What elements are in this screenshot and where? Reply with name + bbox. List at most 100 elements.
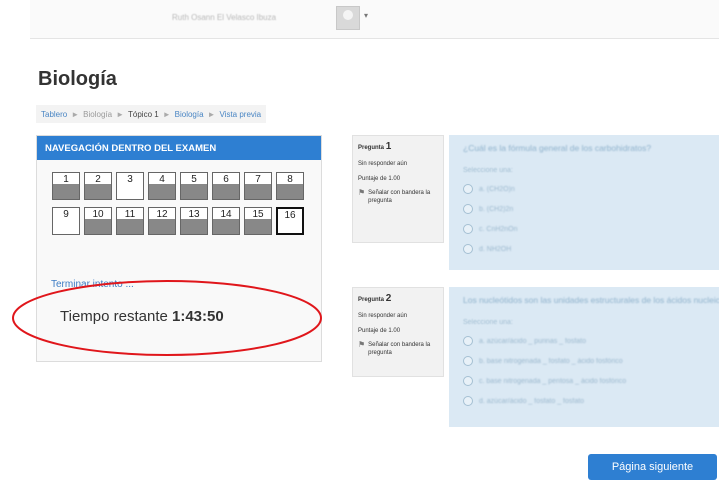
breadcrumb-separator-icon: ► <box>207 109 216 119</box>
breadcrumb-separator-icon: ► <box>162 109 171 119</box>
breadcrumb-quiz[interactable]: Biología <box>175 110 204 119</box>
question-button-number: 13 <box>188 209 200 220</box>
quiz-nav-question-button[interactable]: 16 <box>276 207 304 235</box>
quiz-nav-question-button[interactable]: 3 <box>116 172 144 200</box>
question-button-number: 1 <box>63 174 69 185</box>
answer-option[interactable]: b. base nitrogenada _ fosfato _ ácido fo… <box>463 356 705 366</box>
question-label: Pregunta <box>358 297 385 303</box>
next-page-button[interactable]: Página siguiente <box>588 454 717 480</box>
question-button-number: 16 <box>284 210 296 221</box>
answer-option-label: b. (CH2)2n <box>479 205 514 213</box>
breadcrumb-separator-icon: ► <box>71 109 80 119</box>
breadcrumb: Tablero ► Biología ► Tópico 1 ► Biología… <box>36 105 267 123</box>
quiz-navigation-block: NAVEGACIÓN DENTRO DEL EXAMEN 1 2 3 4 5 6 7 8 9 10… <box>36 135 322 362</box>
quiz-nav-question-button[interactable]: 6 <box>212 172 240 200</box>
question-1-content: ¿Cuál es la fórmula general de los carbo… <box>449 135 719 270</box>
answer-option[interactable]: c. base nitrogenada _ pentosa _ ácido fo… <box>463 376 705 386</box>
answer-option[interactable]: c. CnH2nOn <box>463 224 705 234</box>
flag-question-label: Señalar con bandera la pregunta <box>368 190 431 204</box>
question-button-number: 15 <box>252 209 264 220</box>
quiz-nav-question-button[interactable]: 8 <box>276 172 304 200</box>
radio-button[interactable] <box>463 244 473 254</box>
quiz-nav-question-button[interactable]: 15 <box>244 207 272 235</box>
answer-option-label: d. NH2OH <box>479 245 512 253</box>
quiz-nav-question-button[interactable]: 13 <box>180 207 208 235</box>
quiz-nav-question-button[interactable]: 14 <box>212 207 240 235</box>
breadcrumb-course[interactable]: Biología <box>83 110 112 119</box>
question-status: Sin responder aún <box>358 161 408 167</box>
question-button-number: 11 <box>124 209 136 220</box>
question-button-number: 8 <box>287 174 293 185</box>
radio-button[interactable] <box>463 396 473 406</box>
question-button-number: 10 <box>92 209 104 220</box>
quiz-nav-question-button[interactable]: 7 <box>244 172 272 200</box>
top-navbar: Ruth Osann El Velasco Ibuza ▾ <box>30 0 719 39</box>
answer-option-label: d. azúcar/ácido _ fosfato _ fosfato <box>479 397 585 405</box>
question-score: Puntaje de 1.00 <box>358 176 401 182</box>
user-avatar[interactable] <box>336 6 360 30</box>
page-title: Biología <box>38 68 117 90</box>
question-status: Sin responder aún <box>358 313 408 319</box>
question-2-content: Los nucleótidos son las unidades estruct… <box>449 287 719 427</box>
breadcrumb-topic[interactable]: Tópico 1 <box>128 110 159 119</box>
answer-option[interactable]: d. azúcar/ácido _ fosfato _ fosfato <box>463 396 705 406</box>
flag-icon: ⚑ <box>358 188 366 197</box>
answer-option-label: c. CnH2nOn <box>479 225 518 233</box>
select-one-label: Seleccione una: <box>463 319 513 326</box>
flag-question-toggle[interactable]: ⚑ Señalar con bandera la pregunta <box>358 189 438 205</box>
radio-button[interactable] <box>463 224 473 234</box>
question-number: 1 <box>385 141 392 152</box>
question-number: 2 <box>385 293 392 304</box>
flag-icon: ⚑ <box>358 340 366 349</box>
question-button-number: 2 <box>95 174 101 185</box>
timer-label: Tiempo restante <box>60 308 168 325</box>
question-button-number: 3 <box>127 174 133 185</box>
question-text: Los nucleótidos son las unidades estruct… <box>463 295 719 305</box>
select-one-label: Seleccione una: <box>463 167 513 174</box>
timer-value: 1:43:50 <box>172 308 224 325</box>
quiz-nav-question-button[interactable]: 11 <box>116 207 144 235</box>
quiz-nav-question-button[interactable]: 1 <box>52 172 80 200</box>
quiz-nav-question-button[interactable]: 2 <box>84 172 112 200</box>
quiz-nav-question-button[interactable]: 9 <box>52 207 80 235</box>
answer-option-label: a. (CH2O)n <box>479 185 515 193</box>
question-1-info: Pregunta 1 Sin responder aún Puntaje de … <box>352 135 444 243</box>
radio-button[interactable] <box>463 376 473 386</box>
flag-question-label: Señalar con bandera la pregunta <box>368 342 431 356</box>
breadcrumb-preview[interactable]: Vista previa <box>219 110 261 119</box>
quiz-nav-question-button[interactable]: 10 <box>84 207 112 235</box>
question-button-number: 4 <box>159 174 165 185</box>
answer-option-label: c. base nitrogenada _ pentosa _ ácido fo… <box>479 377 627 385</box>
question-2-info: Pregunta 2 Sin responder aún Puntaje de … <box>352 287 444 377</box>
quiz-nav-question-button[interactable]: 12 <box>148 207 176 235</box>
answer-option-label: b. base nitrogenada _ fosfato _ ácido fo… <box>479 357 623 365</box>
flag-question-toggle[interactable]: ⚑ Señalar con bandera la pregunta <box>358 341 438 357</box>
question-score: Puntaje de 1.00 <box>358 328 401 334</box>
question-button-number: 6 <box>223 174 229 185</box>
quiz-nav-question-button[interactable]: 4 <box>148 172 176 200</box>
radio-button[interactable] <box>463 336 473 346</box>
question-label: Pregunta <box>358 145 385 151</box>
breadcrumb-tablero[interactable]: Tablero <box>41 110 67 119</box>
answer-option[interactable]: d. NH2OH <box>463 244 705 254</box>
quiz-navigation-header: NAVEGACIÓN DENTRO DEL EXAMEN <box>37 136 321 160</box>
breadcrumb-separator-icon: ► <box>116 109 125 119</box>
answer-option[interactable]: a. (CH2O)n <box>463 184 705 194</box>
user-menu-caret-icon[interactable]: ▾ <box>364 11 368 20</box>
radio-button[interactable] <box>463 204 473 214</box>
quiz-nav-question-button[interactable]: 5 <box>180 172 208 200</box>
question-button-number: 7 <box>255 174 261 185</box>
answer-option-label: a. azúcar/ácido _ purinas _ fosfato <box>479 337 587 345</box>
radio-button[interactable] <box>463 356 473 366</box>
finish-attempt-link[interactable]: Terminar intento ... <box>51 279 134 290</box>
question-button-number: 5 <box>191 174 197 185</box>
user-name[interactable]: Ruth Osann El Velasco Ibuza <box>172 13 276 22</box>
answer-option[interactable]: b. (CH2)2n <box>463 204 705 214</box>
question-button-grid: 1 2 3 4 5 6 7 8 9 10 11 12 13 14 15 16 <box>52 172 310 235</box>
radio-button[interactable] <box>463 184 473 194</box>
question-button-number: 9 <box>63 209 69 220</box>
question-button-number: 12 <box>156 209 168 220</box>
quiz-timer: Tiempo restante 1:43:50 <box>60 308 224 325</box>
answer-option[interactable]: a. azúcar/ácido _ purinas _ fosfato <box>463 336 705 346</box>
question-button-number: 14 <box>220 209 232 220</box>
